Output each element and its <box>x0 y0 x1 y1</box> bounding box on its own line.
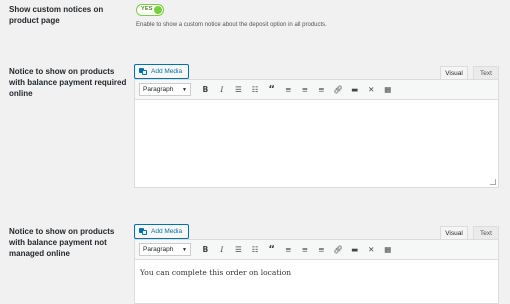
required-online-label: Notice to show on products with balance … <box>9 67 127 98</box>
chevron-down-icon: ▼ <box>182 86 187 93</box>
toolbar-toggle-icon[interactable]: ▦ <box>380 83 397 96</box>
tab-text[interactable]: Text <box>473 66 499 79</box>
tab-text[interactable]: Text <box>473 226 499 239</box>
tab-visual[interactable]: Visual <box>440 226 468 239</box>
not-managed-online-label: Notice to show on products with balance … <box>9 227 115 258</box>
media-icon <box>139 68 147 75</box>
blockquote-icon[interactable]: “ <box>263 243 280 256</box>
bullet-list-icon[interactable]: ☰ <box>230 83 247 96</box>
editor-content[interactable] <box>135 99 498 187</box>
format-select-value: Paragraph <box>143 86 174 93</box>
fullscreen-icon[interactable]: ✕ <box>363 243 380 256</box>
add-media-label: Add Media <box>151 68 183 75</box>
custom-notices-toggle[interactable]: YES <box>136 4 164 16</box>
editor-toolbar: Paragraph ▼ B I ☰ ☷ “ ≡ ≡ ≡ 🔗︎ ▬ ✕ ▦ <box>135 80 498 100</box>
editor-content[interactable]: You can complete this order on location <box>135 259 498 303</box>
align-right-icon[interactable]: ≡ <box>313 243 330 256</box>
bold-icon[interactable]: B <box>197 243 214 256</box>
add-media-button[interactable]: Add Media <box>134 64 190 79</box>
editor-box: Paragraph ▼ B I ☰ ☷ “ ≡ ≡ ≡ 🔗︎ ▬ ✕ ▦ <box>134 79 499 188</box>
editor-box: Paragraph ▼ B I ☰ ☷ “ ≡ ≡ ≡ 🔗︎ ▬ ✕ ▦ You… <box>134 239 499 304</box>
italic-icon[interactable]: I <box>214 83 231 96</box>
blockquote-icon[interactable]: “ <box>263 83 280 96</box>
toolbar-toggle-icon[interactable]: ▦ <box>380 243 397 256</box>
editor-required-online: Add Media Visual Text Paragraph ▼ B I ☰ … <box>134 64 499 188</box>
format-select[interactable]: Paragraph ▼ <box>139 83 191 96</box>
numbered-list-icon[interactable]: ☷ <box>247 243 264 256</box>
format-select-value: Paragraph <box>143 246 174 253</box>
add-media-button[interactable]: Add Media <box>134 224 190 239</box>
italic-icon[interactable]: I <box>214 243 231 256</box>
fullscreen-icon[interactable]: ✕ <box>363 83 380 96</box>
chevron-down-icon: ▼ <box>182 246 187 253</box>
media-icon <box>139 228 147 235</box>
read-more-icon[interactable]: ▬ <box>346 243 363 256</box>
align-right-icon[interactable]: ≡ <box>313 83 330 96</box>
toggle-knob <box>154 6 162 14</box>
numbered-list-icon[interactable]: ☷ <box>247 83 264 96</box>
editor-not-managed-online: Add Media Visual Text Paragraph ▼ B I ☰ … <box>134 224 499 304</box>
custom-notices-label: Show custom notices on product page <box>9 5 104 25</box>
align-center-icon[interactable]: ≡ <box>297 243 314 256</box>
format-select[interactable]: Paragraph ▼ <box>139 243 191 256</box>
link-icon[interactable]: 🔗︎ <box>330 243 347 256</box>
resize-handle[interactable] <box>490 179 496 185</box>
bold-icon[interactable]: B <box>197 83 214 96</box>
tab-visual[interactable]: Visual <box>440 66 468 79</box>
custom-notices-description: Enable to show a custom notice about the… <box>136 22 327 28</box>
editor-toolbar: Paragraph ▼ B I ☰ ☷ “ ≡ ≡ ≡ 🔗︎ ▬ ✕ ▦ <box>135 240 498 260</box>
align-left-icon[interactable]: ≡ <box>280 243 297 256</box>
align-left-icon[interactable]: ≡ <box>280 83 297 96</box>
add-media-label: Add Media <box>151 228 183 235</box>
toggle-state-label: YES <box>141 6 153 12</box>
link-icon[interactable]: 🔗︎ <box>330 83 347 96</box>
align-center-icon[interactable]: ≡ <box>297 83 314 96</box>
read-more-icon[interactable]: ▬ <box>346 83 363 96</box>
bullet-list-icon[interactable]: ☰ <box>230 243 247 256</box>
